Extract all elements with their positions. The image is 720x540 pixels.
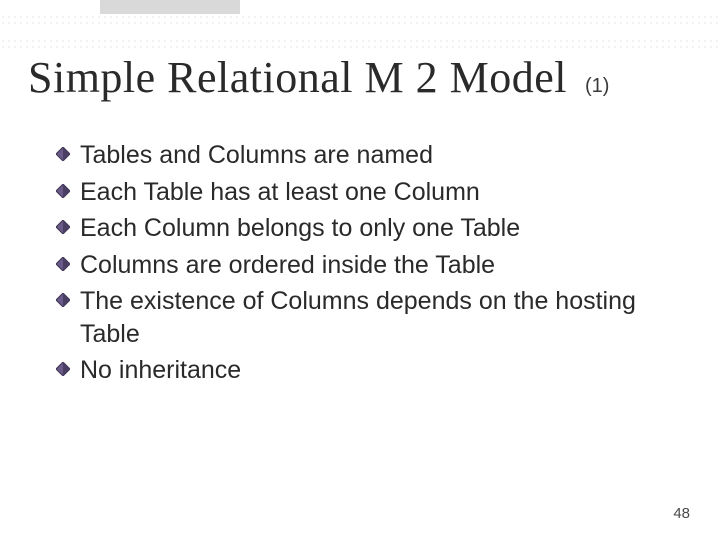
bullet-text: Each Table has at least one Column [80,176,480,209]
list-item: Each Column belongs to only one Table [56,212,680,245]
decorative-tab [100,0,240,14]
bullet-text: Tables and Columns are named [80,139,433,172]
bullet-text: No inheritance [80,354,241,387]
diamond-bullet-icon [56,147,70,161]
list-item: Each Table has at least one Column [56,176,680,209]
slide-title-suffix: (1) [585,75,609,98]
dotted-rule-bottom [0,38,720,48]
diamond-bullet-icon [56,184,70,198]
title-row: Simple Relational M 2 Model (1) [28,52,680,103]
page-number: 48 [673,505,690,522]
slide-body: Simple Relational M 2 Model (1) Tables a… [28,52,680,391]
bullet-text: The existence of Columns depends on the … [80,285,680,350]
list-item: Tables and Columns are named [56,139,680,172]
list-item: No inheritance [56,354,680,387]
list-item: Columns are ordered inside the Table [56,249,680,282]
bullet-list: Tables and Columns are named Each Table … [28,139,680,387]
bullet-text: Columns are ordered inside the Table [80,249,495,282]
diamond-bullet-icon [56,220,70,234]
slide-title: Simple Relational M 2 Model [28,52,567,103]
dotted-rule-top [0,14,720,24]
bullet-text: Each Column belongs to only one Table [80,212,520,245]
diamond-bullet-icon [56,362,70,376]
diamond-bullet-icon [56,293,70,307]
list-item: The existence of Columns depends on the … [56,285,680,350]
diamond-bullet-icon [56,257,70,271]
